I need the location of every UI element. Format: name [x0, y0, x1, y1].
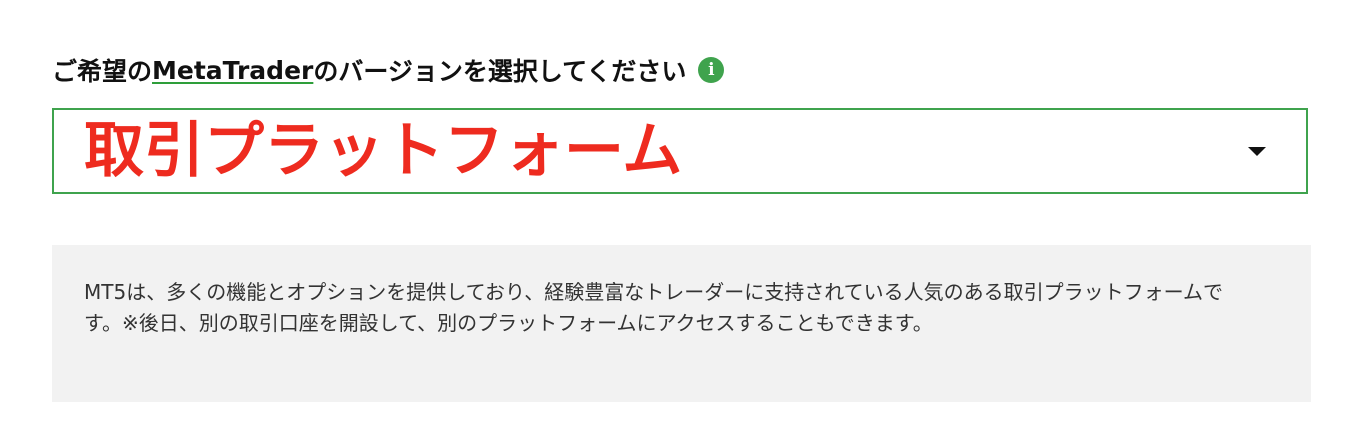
label-prefix: ご希望の — [52, 57, 153, 86]
page: ご希望の MetaTrader のバージョンを選択してください i 取引プラット… — [0, 0, 1350, 434]
platform-description-text: MT5は、多くの機能とオプションを提供しており、経験豊富なトレーダーに支持されて… — [84, 280, 1223, 335]
selected-platform-value: 取引プラットフォーム — [84, 116, 683, 186]
platform-version-label: ご希望の MetaTrader のバージョンを選択してください i — [52, 50, 725, 90]
platform-select-dropdown[interactable]: 取引プラットフォーム — [52, 108, 1308, 194]
chevron-down-icon — [1248, 147, 1266, 156]
label-suffix: のバージョンを選択してください — [313, 57, 687, 86]
platform-description-panel: MT5は、多くの機能とオプションを提供しており、経験豊富なトレーダーに支持されて… — [52, 245, 1311, 402]
metatrader-link[interactable]: MetaTrader — [152, 56, 313, 85]
info-icon[interactable]: i — [698, 57, 725, 83]
